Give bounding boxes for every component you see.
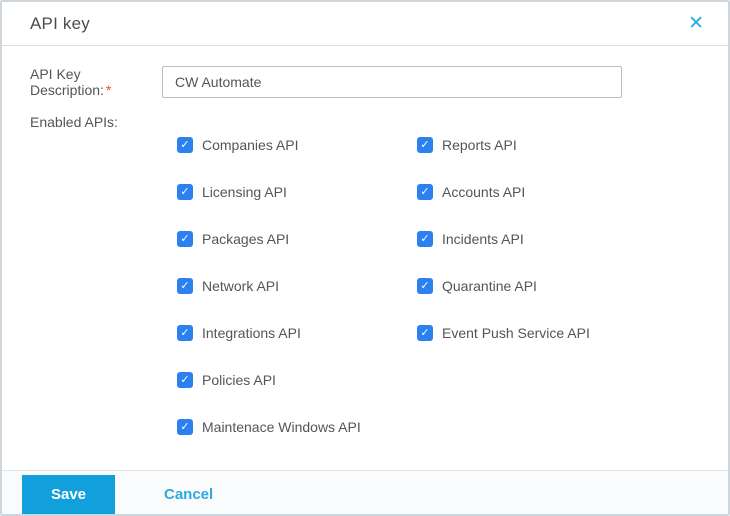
api-key-dialog: API key ✕ API Key Description:* Enabled … (0, 0, 730, 516)
checkbox-label: Event Push Service API (442, 325, 590, 341)
checkbox-checked-icon[interactable]: ✓ (177, 278, 193, 294)
checkbox-label: Policies API (202, 372, 276, 388)
checkbox-label: Incidents API (442, 231, 524, 247)
checkbox-column-right: ✓ Reports API ✓ Accounts API ✓ Incidents API ✓… (417, 137, 590, 466)
checkbox-label: Reports API (442, 137, 517, 153)
checkbox-checked-icon[interactable]: ✓ (177, 137, 193, 153)
checkbox-checked-icon[interactable]: ✓ (417, 231, 433, 247)
checkbox-label: Quarantine API (442, 278, 537, 294)
checkbox-checked-icon[interactable]: ✓ (177, 231, 193, 247)
checkbox-checked-icon[interactable]: ✓ (177, 325, 193, 341)
checkbox-checked-icon[interactable]: ✓ (177, 419, 193, 435)
close-icon[interactable]: ✕ (682, 10, 710, 37)
checkbox-item-maintenace-windows-api[interactable]: ✓ Maintenace Windows API (177, 419, 417, 435)
checkbox-label: Companies API (202, 137, 299, 153)
cancel-button[interactable]: Cancel (164, 475, 213, 514)
dialog-footer: Save Cancel (2, 470, 728, 514)
checkbox-checked-icon[interactable]: ✓ (417, 278, 433, 294)
api-key-description-input[interactable] (162, 66, 622, 98)
save-button[interactable]: Save (22, 475, 115, 514)
checkbox-item-licensing-api[interactable]: ✓ Licensing API (177, 184, 417, 200)
checkbox-item-quarantine-api[interactable]: ✓ Quarantine API (417, 278, 590, 294)
checkbox-item-integrations-api[interactable]: ✓ Integrations API (177, 325, 417, 341)
description-label-text: API Key Description: (30, 66, 104, 98)
checkbox-label: Accounts API (442, 184, 526, 200)
enabled-apis-grid: ✓ Companies API ✓ Licensing API ✓ Packages AP… (177, 137, 700, 466)
page-title: API key (30, 13, 90, 33)
checkbox-item-incidents-api[interactable]: ✓ Incidents API (417, 231, 590, 247)
dialog-header: API key ✕ (2, 2, 728, 46)
checkbox-checked-icon[interactable]: ✓ (417, 325, 433, 341)
checkbox-item-accounts-api[interactable]: ✓ Accounts API (417, 184, 590, 200)
checkbox-item-companies-api[interactable]: ✓ Companies API (177, 137, 417, 153)
checkbox-item-reports-api[interactable]: ✓ Reports API (417, 137, 590, 153)
checkbox-checked-icon[interactable]: ✓ (177, 184, 193, 200)
checkbox-checked-icon[interactable]: ✓ (177, 372, 193, 388)
checkbox-label: Maintenace Windows API (202, 419, 361, 435)
description-label: API Key Description: * (30, 66, 162, 98)
dialog-body: API Key Description:* Enabled APIs: ✓ Com… (2, 46, 728, 470)
checkbox-item-policies-api[interactable]: ✓ Policies API (177, 372, 417, 388)
checkbox-item-packages-api[interactable]: ✓ Packages API (177, 231, 417, 247)
checkbox-label: Packages API (202, 231, 290, 247)
description-row: API Key Description: * (30, 66, 700, 98)
required-marker: * (105, 82, 112, 98)
checkbox-label: Licensing API (202, 184, 287, 200)
enabled-apis-label: Enabled APIs: (30, 114, 118, 130)
checkbox-label: Network API (202, 278, 280, 294)
checkbox-checked-icon[interactable]: ✓ (417, 137, 433, 153)
checkbox-label: Integrations API (202, 325, 301, 341)
checkbox-item-event-push-service-api[interactable]: ✓ Event Push Service API (417, 325, 590, 341)
checkbox-checked-icon[interactable]: ✓ (417, 184, 433, 200)
checkbox-item-network-api[interactable]: ✓ Network API (177, 278, 417, 294)
checkbox-column-left: ✓ Companies API ✓ Licensing API ✓ Packages AP… (177, 137, 417, 466)
